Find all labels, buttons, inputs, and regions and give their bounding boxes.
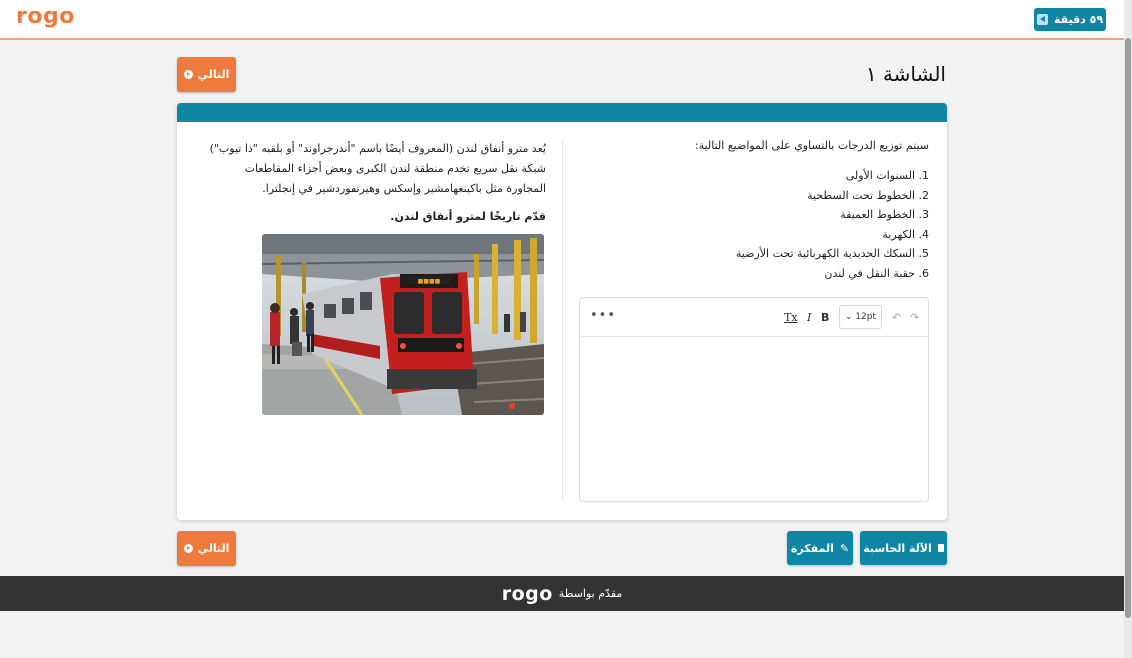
card-header-bar <box>177 103 947 122</box>
next-button-top[interactable]: التالي <box>177 57 236 92</box>
train-image: ■■■■ <box>262 234 544 415</box>
font-size-value: 12pt <box>855 312 876 322</box>
question-column: سيتم توزيع الدرجات بالتساوي على المواضيع… <box>579 139 929 283</box>
scrollbar-thumb[interactable] <box>1125 38 1131 618</box>
bold-button[interactable]: B <box>821 311 829 324</box>
page-scrollbar[interactable] <box>1124 0 1132 658</box>
font-size-select[interactable]: ⌄ 12pt <box>839 305 882 329</box>
svg-text:■■■■: ■■■■ <box>418 278 441 285</box>
next-button-bottom[interactable]: التالي <box>177 531 236 566</box>
page-title: الشاشة ١ <box>865 62 946 86</box>
editor-toolbar: ••• Tx I B ⌄ 12pt ↶ ↷ <box>580 298 928 337</box>
stimulus-column: يُعد مترو أنفاق لندن (المعروف أيضًا باسم… <box>203 139 546 227</box>
more-options-icon[interactable]: ••• <box>590 308 616 323</box>
editor-text-area[interactable] <box>580 337 928 501</box>
notepad-label: المفكرة <box>790 541 834 555</box>
topic-item: 2. الخطوط تحت السطحية <box>807 188 929 202</box>
redo-button[interactable]: ↷ <box>910 311 919 324</box>
powered-by-text: مقدّم بواسطة <box>558 587 623 600</box>
question-prompt: قدّم تاريخًا لمترو أنفاق لندن. <box>390 210 546 223</box>
topic-item: 1. السنوات الأولى <box>845 169 929 182</box>
calculator-label: الآلة الحاسبة <box>863 541 932 555</box>
topic-item: 6. حقبة النقل في لندن <box>824 266 929 280</box>
collapse-arrow-icon <box>1036 14 1048 25</box>
calculator-icon <box>937 544 944 552</box>
italic-button[interactable]: I <box>807 311 811 324</box>
stimulus-passage: يُعد مترو أنفاق لندن (المعروف أيضًا باسم… <box>209 142 546 195</box>
question-intro: سيتم توزيع الدرجات بالتساوي على المواضيع… <box>694 139 929 152</box>
topic-item: 3. الخطوط العميقة <box>840 208 929 221</box>
next-button-label: التالي <box>197 542 230 555</box>
topic-item: 4. الكهربة <box>882 227 929 241</box>
top-bar: rogo ٥٩ دقيقة <box>0 0 1124 40</box>
undo-button[interactable]: ↶ <box>892 311 901 324</box>
tube-train-photo: ■■■■ <box>262 234 544 415</box>
footer: مقدّم بواسطة rogo <box>0 576 1124 611</box>
clear-format-button[interactable]: Tx <box>784 311 798 324</box>
pencil-icon: ✎ <box>839 541 850 555</box>
footer-rogo-logo: rogo <box>501 582 553 605</box>
calculator-button[interactable]: الآلة الحاسبة <box>860 531 947 565</box>
topic-list: 1. السنوات الأولى 2. الخطوط تحت السطحية … <box>579 166 929 283</box>
rogo-logo: rogo <box>16 4 75 29</box>
notepad-button[interactable]: ✎ المفكرة <box>787 531 853 565</box>
question-card: سيتم توزيع الدرجات بالتساوي على المواضيع… <box>177 103 947 520</box>
column-divider <box>562 139 563 501</box>
timer-label: ٥٩ دقيقة <box>1053 13 1104 26</box>
arrow-circle-icon <box>183 70 193 79</box>
next-button-label: التالي <box>197 68 230 81</box>
topic-item: 5. السكك الحديدية الكهربائية تحت الأرضية <box>735 247 929 260</box>
arrow-circle-icon <box>183 544 193 553</box>
chevron-down-icon: ⌄ <box>845 312 853 322</box>
timer-toggle-button[interactable]: ٥٩ دقيقة <box>1034 8 1106 31</box>
answer-editor: ••• Tx I B ⌄ 12pt ↶ ↷ <box>579 297 929 502</box>
